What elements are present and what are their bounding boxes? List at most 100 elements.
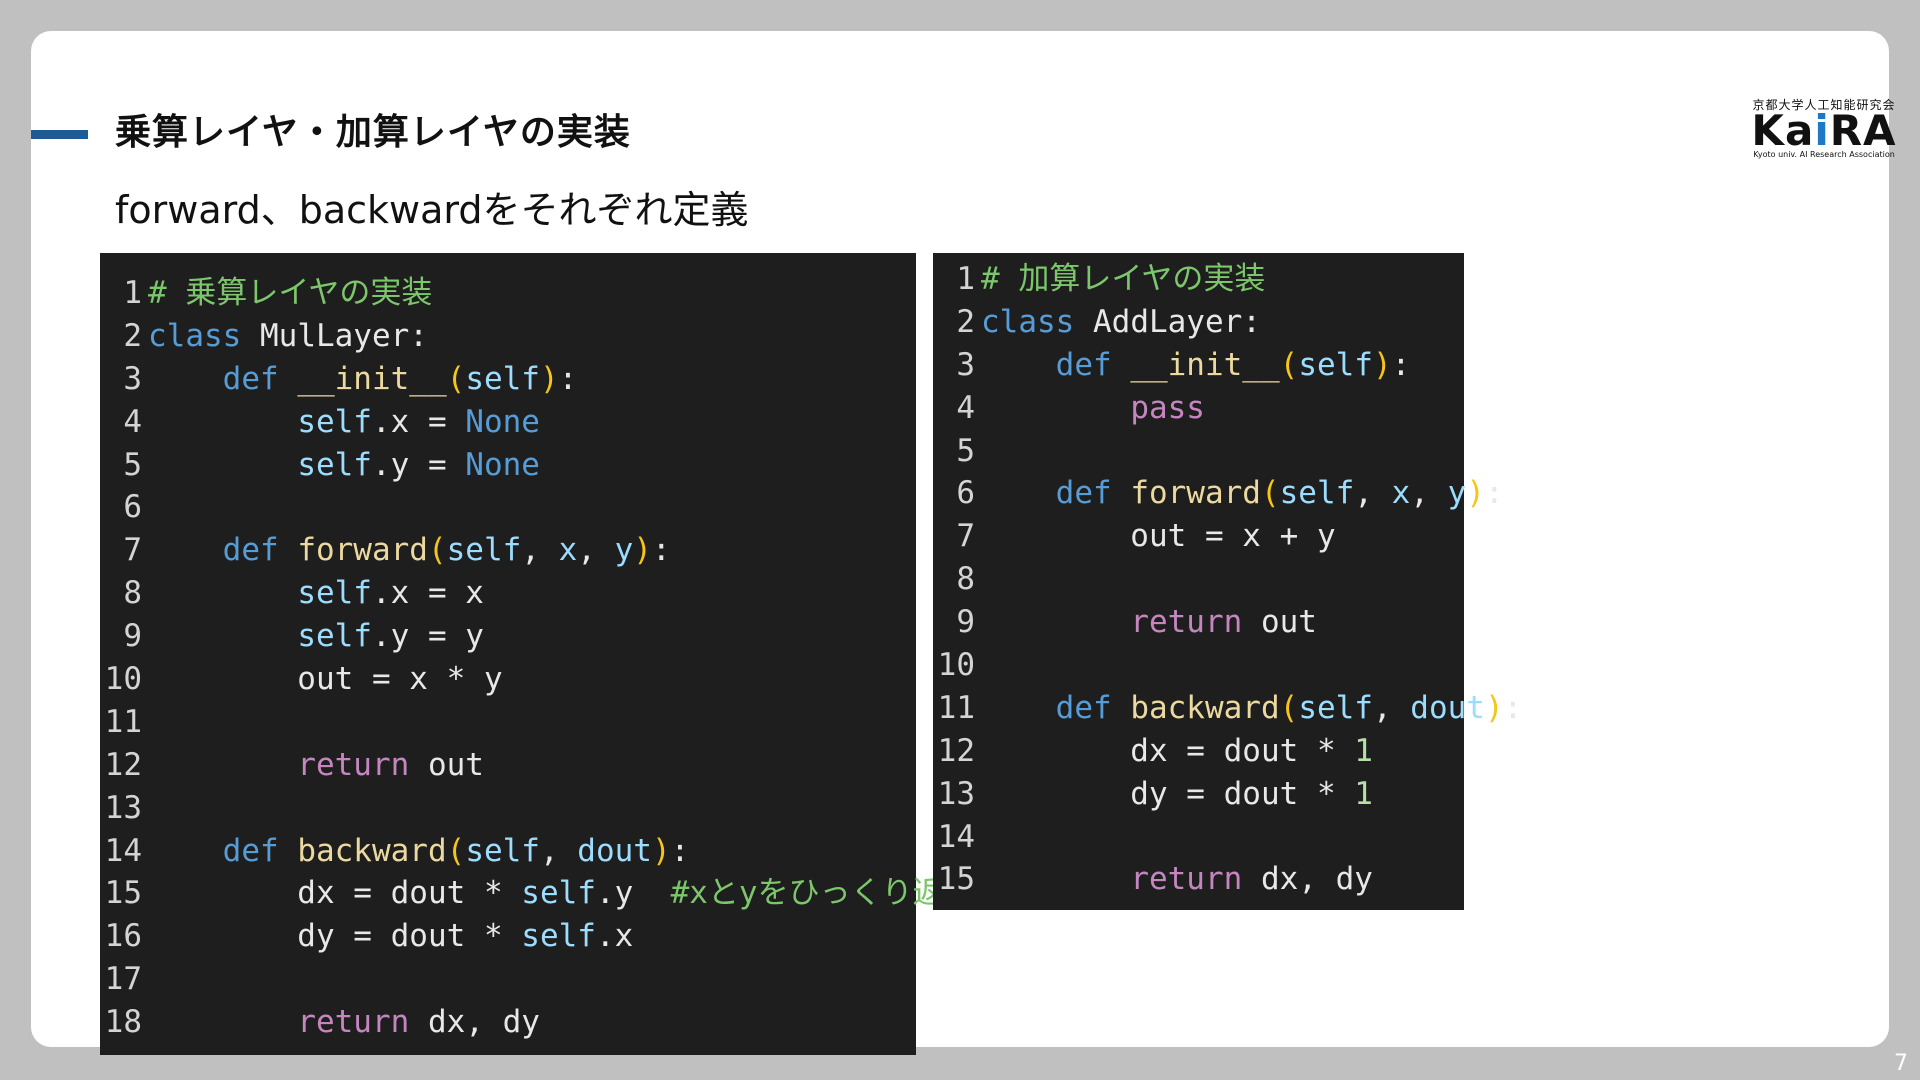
line-number: 18 [104, 1004, 142, 1041]
line-number: 4 [956, 389, 975, 426]
code-token: dx, dy [409, 1004, 540, 1041]
line-number: 2 [956, 303, 975, 340]
code-token: self [521, 875, 596, 912]
code-token: ( [1260, 475, 1280, 512]
code-line: 2 class AddLayer: [933, 301, 1464, 344]
code-line: 3 def __init__(self): [933, 344, 1464, 387]
code-token: dx, dy [1242, 861, 1373, 898]
code-token: None [465, 446, 540, 483]
code-line: 9 self.y = y [100, 615, 916, 658]
code-token: out = x + y [981, 518, 1336, 555]
logo-wordmark-i: i [1814, 106, 1830, 155]
code-token: return [297, 1004, 410, 1041]
line-number: 9 [956, 604, 975, 641]
code-line: 6 def forward(self, x, y): [933, 472, 1503, 515]
code-token: dout [1410, 689, 1485, 726]
code-token: MulLayer: [241, 317, 428, 354]
logo-english-text: Kyoto univ. AI Research Association [1753, 150, 1895, 159]
code-token: : [651, 532, 671, 569]
code-token: x [1391, 475, 1411, 512]
code-token: class [148, 317, 242, 354]
code-line: 4 pass [933, 387, 1464, 430]
code-token: ( [427, 532, 447, 569]
code-line: 5 [933, 430, 1464, 473]
code-line: 7 out = x + y [933, 515, 1464, 558]
title-accent-bar [31, 130, 88, 139]
code-token: ) [1466, 475, 1485, 512]
code-line: 1 # 乗算レイヤの実装 [100, 272, 916, 315]
code-token: self [297, 575, 372, 612]
code-token: ( [446, 360, 466, 397]
code-line: 4 self.x = None [100, 401, 916, 444]
line-number: 11 [104, 703, 142, 740]
line-number: 6 [123, 489, 142, 526]
line-number: 14 [937, 818, 975, 855]
line-number: 15 [937, 861, 975, 898]
slide-subtitle: forward、backwardをそれぞれ定義 [115, 188, 749, 232]
code-line: 15 return dx, dy [933, 858, 1464, 901]
code-line: 13 [100, 787, 916, 830]
code-line: 18 return dx, dy [100, 1001, 916, 1044]
code-token: y [614, 532, 634, 569]
code-token: , [577, 532, 615, 569]
code-line: 6 [100, 486, 916, 529]
code-token: : [1503, 689, 1523, 726]
code-line: 12 return out [100, 744, 916, 787]
code-token: .x [595, 918, 634, 955]
line-number: 10 [104, 661, 142, 698]
line-number: 7 [956, 518, 975, 555]
code-token: .x = [371, 403, 466, 440]
code-line: 10 out = x * y [100, 658, 916, 701]
line-number: 13 [104, 789, 142, 826]
code-token: dx = dout * [981, 732, 1355, 769]
code-token: , [521, 532, 559, 569]
code-token: : [558, 360, 578, 397]
line-number: 1 [956, 261, 975, 297]
code-token: def [222, 360, 279, 397]
line-number: 8 [123, 575, 142, 612]
line-number: 15 [104, 875, 142, 912]
line-number: 11 [937, 689, 975, 726]
code-token: pass [1130, 389, 1205, 426]
code-token: def [1055, 346, 1112, 383]
code-token: y [1447, 475, 1467, 512]
code-block-add-layer: 1 # 加算レイヤの実装 2 class AddLayer: 3 def __init_… [933, 253, 1522, 910]
code-token: def [1055, 475, 1112, 512]
code-token: : [1391, 346, 1411, 383]
code-token: __init__ [278, 360, 447, 397]
code-token: ) [1484, 689, 1504, 726]
code-token: .y = y [371, 618, 484, 655]
code-token: self [1298, 346, 1373, 383]
code-token: .y = [371, 446, 466, 483]
line-number: 2 [123, 317, 142, 354]
code-line: 10 [933, 644, 1464, 687]
code-block-mul-layer: 1 # 乗算レイヤの実装 2 class MulLayer: 3 def __init_… [100, 253, 975, 1055]
line-number: 6 [956, 475, 975, 512]
code-token: self [1298, 689, 1373, 726]
line-number: 12 [937, 732, 975, 769]
code-line: 2 class MulLayer: [100, 315, 916, 358]
code-token: out [1242, 604, 1317, 641]
code-token: , [1410, 475, 1448, 512]
code-token: , [1354, 475, 1392, 512]
code-token: ) [651, 832, 671, 869]
code-token: backward [1111, 689, 1280, 726]
code-line: 3 def __init__(self): [100, 358, 916, 401]
code-line: 5 self.y = None [100, 444, 916, 487]
code-token: : [670, 832, 690, 869]
line-number: 4 [123, 403, 142, 440]
line-number: 16 [104, 918, 142, 955]
code-token: , [1372, 689, 1411, 726]
code-token: 1 [1354, 775, 1373, 812]
line-number: 14 [104, 832, 142, 869]
code-token: 1 [1354, 732, 1373, 769]
logo-wordmark: KaiRA [1751, 110, 1897, 152]
code-line: 1 # 加算レイヤの実装 [933, 258, 1464, 301]
